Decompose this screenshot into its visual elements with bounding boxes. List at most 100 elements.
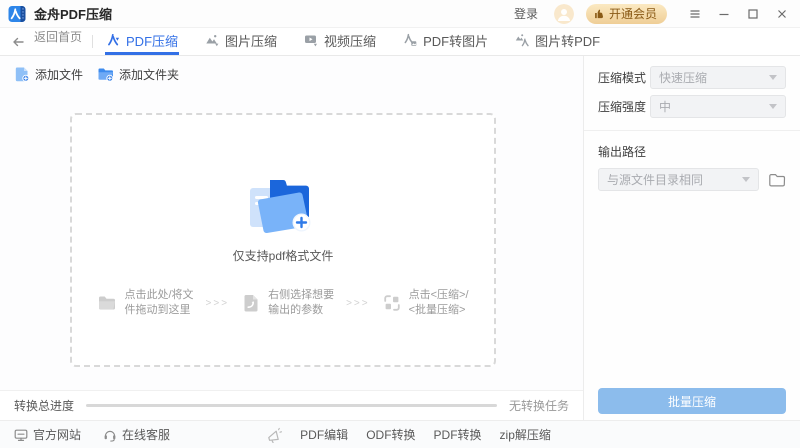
tab-image-compress[interactable]: 图片压缩: [204, 28, 278, 55]
add-file-button[interactable]: 添加文件: [14, 66, 83, 83]
output-path-value: 与源文件目录相同: [607, 173, 704, 187]
megaphone-icon: [268, 427, 283, 443]
app-logo-icon: [8, 5, 26, 22]
add-folder-label: 添加文件夹: [119, 67, 180, 82]
app-window: 金舟PDF压缩 登录 开通会员 返回首页 PDF压缩 图片压缩 视频压缩 PDF…: [0, 0, 800, 448]
output-path-row: 与源文件目录相同: [598, 168, 786, 191]
back-home-label[interactable]: 返回首页: [34, 28, 82, 55]
pdf-to-image-icon: [403, 33, 417, 47]
tab-label: PDF转图片: [423, 33, 489, 49]
dropzone-hint: 仅支持pdf格式文件: [232, 249, 334, 263]
open-vip-button[interactable]: 开通会员: [585, 3, 667, 24]
step-compress-icon: [383, 295, 400, 311]
file-dropzone[interactable]: 仅支持pdf格式文件 点击此处/将文 件拖动到这里 >>> 右侧选择想要 输出的…: [70, 113, 496, 367]
footer-promo-links: PDF编辑 ODF转换 PDF转换 zip解压缩: [266, 421, 551, 448]
progress-bar: [86, 404, 497, 407]
close-button[interactable]: [772, 4, 792, 24]
compress-strength-select[interactable]: 中: [650, 95, 786, 118]
chevron-down-icon: [769, 104, 777, 109]
progress-label: 转换总进度: [14, 399, 75, 413]
step-3: 点击<压缩>/ <批量压缩>: [382, 288, 469, 318]
add-file-label: 添加文件: [35, 67, 84, 82]
step-params-icon: [244, 295, 258, 312]
support-link[interactable]: 在线客服: [103, 426, 170, 443]
official-site-label: 官方网站: [33, 428, 82, 442]
body: 添加文件 添加文件夹 仅支持pdf格式文件 点击此处/将文 件拖动到这里 >>>…: [0, 56, 800, 420]
chevron-down-icon: [742, 177, 750, 182]
sidebar-divider: [584, 130, 800, 131]
toolbar: 添加文件 添加文件夹: [0, 56, 583, 92]
back-button[interactable]: [0, 28, 25, 55]
minimize-button[interactable]: [714, 4, 734, 24]
tab-bar: PDF压缩 图片压缩 视频压缩 PDF转图片 图片转PDF: [105, 28, 601, 55]
close-icon: [778, 9, 786, 18]
add-files-folder-icon: [250, 179, 311, 234]
image-compress-icon: [205, 33, 219, 47]
batch-compress-button[interactable]: 批量压缩: [598, 388, 786, 414]
step-folder-icon: [99, 296, 116, 310]
add-file-icon: [15, 67, 30, 82]
footer: 官方网站 在线客服 PDF编辑 ODF转换 PDF转换 zip解压缩: [0, 420, 800, 448]
footer-left: 官方网站 在线客服: [14, 426, 170, 443]
tab-label: PDF压缩: [126, 33, 179, 49]
monitor-icon: [14, 429, 28, 441]
video-compress-icon: [304, 33, 318, 47]
maximize-icon: [748, 8, 758, 19]
tab-pdf-compress[interactable]: PDF压缩: [105, 28, 180, 55]
thumbs-up-icon: [595, 9, 603, 19]
user-avatar-icon: [553, 3, 574, 24]
zip-unzip-link[interactable]: zip解压缩: [500, 426, 551, 443]
headset-icon: [104, 430, 116, 442]
step-text: 右侧选择想要 输出的参数: [268, 289, 335, 316]
tab-label: 图片压缩: [225, 33, 278, 49]
menu-button[interactable]: [685, 4, 705, 24]
navbar: 返回首页 PDF压缩 图片压缩 视频压缩 PDF转图片 图片转PDF: [0, 28, 800, 56]
minimize-icon: [719, 13, 729, 15]
pdf-edit-link[interactable]: PDF编辑: [300, 426, 348, 443]
add-folder-button[interactable]: 添加文件夹: [97, 66, 179, 83]
open-vip-label: 开通会员: [608, 7, 657, 21]
compress-strength-label: 压缩强度: [598, 100, 647, 114]
compress-strength-row: 压缩强度 中: [598, 95, 786, 118]
progress-status: 无转换任务: [508, 399, 569, 413]
pdf-compress-icon: [106, 33, 120, 47]
settings-sidebar: 压缩模式 快速压缩 压缩强度 中 输出路径 与源文件目录相同 批量压缩: [584, 56, 800, 420]
official-site-link[interactable]: 官方网站: [14, 426, 81, 443]
step-separator: >>>: [346, 297, 370, 309]
tab-label: 图片转PDF: [535, 33, 601, 49]
chevron-down-icon: [769, 75, 777, 80]
back-arrow-icon: [13, 37, 24, 46]
step-1: 点击此处/将文 件拖动到这里: [97, 288, 194, 318]
step-2: 右侧选择想要 输出的参数: [241, 288, 334, 318]
maximize-button[interactable]: [743, 4, 763, 24]
compress-strength-value: 中: [659, 100, 672, 114]
compress-mode-row: 压缩模式 快速压缩: [598, 66, 786, 89]
step-text: 点击<压缩>/ <批量压缩>: [408, 289, 469, 316]
browse-folder-button[interactable]: [768, 172, 786, 188]
app-title: 金舟PDF压缩: [34, 7, 113, 22]
support-label: 在线客服: [122, 428, 171, 442]
compress-mode-value: 快速压缩: [659, 71, 708, 85]
add-folder-icon: [98, 68, 114, 82]
avatar[interactable]: [553, 3, 574, 24]
nav-divider: [92, 35, 94, 48]
step-separator: >>>: [205, 297, 230, 309]
progress-strip: 转换总进度 无转换任务: [0, 390, 583, 420]
compress-mode-select[interactable]: 快速压缩: [650, 66, 786, 89]
compress-mode-label: 压缩模式: [598, 71, 647, 85]
tab-video-compress[interactable]: 视频压缩: [303, 28, 377, 55]
image-to-pdf-icon: [515, 33, 529, 47]
main-panel: 添加文件 添加文件夹 仅支持pdf格式文件 点击此处/将文 件拖动到这里 >>>…: [0, 56, 584, 420]
tab-pdf-to-image[interactable]: PDF转图片: [402, 28, 489, 55]
steps-row: 点击此处/将文 件拖动到这里 >>> 右侧选择想要 输出的参数 >>> 点击<压…: [97, 288, 469, 318]
odf-convert-link[interactable]: ODF转换: [366, 426, 415, 443]
hamburger-icon: [690, 9, 700, 18]
output-path-select[interactable]: 与源文件目录相同: [598, 168, 759, 191]
tab-image-to-pdf[interactable]: 图片转PDF: [514, 28, 601, 55]
tab-label: 视频压缩: [324, 33, 377, 49]
browse-folder-icon: [769, 173, 786, 186]
pdf-convert-link[interactable]: PDF转换: [434, 426, 482, 443]
output-path-label: 输出路径: [598, 145, 647, 159]
titlebar: 金舟PDF压缩 登录 开通会员: [0, 0, 800, 28]
login-link[interactable]: 登录: [514, 5, 538, 22]
